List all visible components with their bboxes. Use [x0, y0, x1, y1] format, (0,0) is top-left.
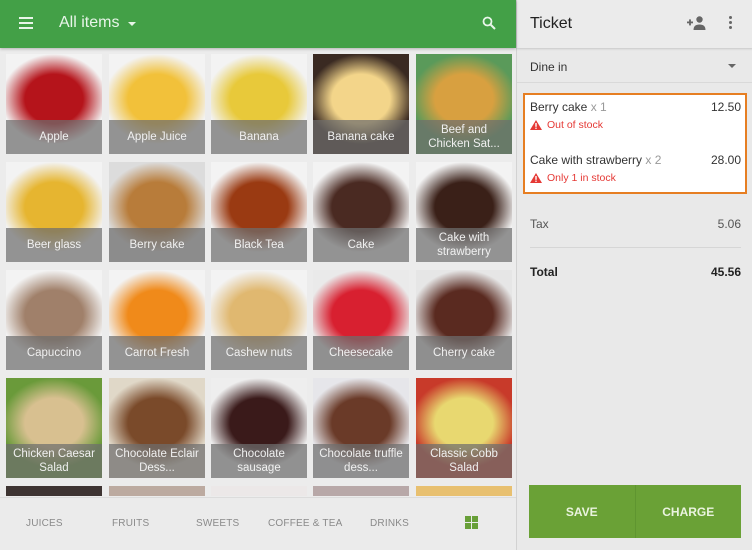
item-name: Beef and Chicken Sat...: [416, 120, 512, 154]
item-name: Cheesecake: [313, 336, 409, 370]
item-grid: Apple Apple Juice Banana Banana cake Beef an…: [6, 54, 512, 497]
charge-button[interactable]: CHARGE: [634, 485, 742, 538]
item-tile[interactable]: Apple: [6, 54, 102, 154]
line-item-qty: x 2: [645, 153, 662, 167]
item-tile[interactable]: Beer glass: [6, 162, 102, 262]
tab-juices[interactable]: JUICES: [26, 518, 63, 529]
item-name: Cake with strawberry: [416, 228, 512, 262]
item-tile[interactable]: Chocolate truffle dess...: [313, 378, 409, 478]
total-row: Total 45.56: [530, 265, 741, 279]
stock-warning: Only 1 in stock: [530, 172, 616, 184]
search-icon[interactable]: [482, 16, 496, 30]
category-title: All items: [59, 14, 120, 31]
ticket-actions: SAVE CHARGE: [529, 485, 741, 538]
item-tile[interactable]: [6, 486, 102, 496]
item-name: Chocolate Eclair Dess...: [109, 444, 205, 478]
item-tile[interactable]: [109, 486, 205, 496]
item-name: Classic Cobb Salad: [416, 444, 512, 478]
item-name: Apple: [6, 120, 102, 154]
order-line[interactable]: Berry cake x 1 12.50 Out of stock: [525, 95, 745, 141]
tax-row: Tax 5.06: [530, 217, 741, 231]
line-item-qty: x 1: [590, 100, 607, 114]
item-tile[interactable]: Apple Juice: [109, 54, 205, 154]
item-tile[interactable]: [313, 486, 409, 496]
save-button[interactable]: SAVE: [529, 485, 635, 538]
grid-view-icon[interactable]: [465, 516, 478, 529]
line-item-price: 12.50: [710, 100, 741, 114]
order-lines: Berry cake x 1 12.50 Out of stock Cake w…: [523, 93, 747, 194]
item-name: Chocolate truffle dess...: [313, 444, 409, 478]
ticket-header: Ticket: [517, 0, 752, 48]
catalog-panel: All items Apple Apple Juice Banana Banana c…: [0, 0, 516, 550]
total-value: 45.56: [710, 265, 741, 279]
ticket-panel: Ticket Dine in Berry cake x 1 12.50 Out …: [516, 0, 752, 550]
total-label: Total: [530, 265, 558, 279]
item-name: Carrot Fresh: [109, 336, 205, 370]
item-name: Banana cake: [313, 120, 409, 154]
item-tile[interactable]: Chicken Caesar Salad: [6, 378, 102, 478]
line-item-name: Berry cake: [530, 100, 588, 114]
line-item-name-wrap: Cake with strawberry x 2: [530, 153, 661, 167]
item-tile[interactable]: Classic Cobb Salad: [416, 378, 512, 478]
order-line[interactable]: Cake with strawberry x 2 28.00 Only 1 in…: [525, 148, 745, 194]
tax-label: Tax: [530, 217, 549, 231]
item-tile[interactable]: Chocolate sausage: [211, 378, 307, 478]
ticket-title: Ticket: [530, 15, 573, 32]
dining-option-value: Dine in: [530, 60, 568, 74]
catalog-toolbar: All items: [0, 0, 516, 48]
item-tile[interactable]: Cherry cake: [416, 270, 512, 370]
item-tile[interactable]: Cake with strawberry: [416, 162, 512, 262]
dining-option-selector[interactable]: Dine in: [517, 49, 752, 83]
stock-warning-text: Only 1 in stock: [547, 172, 616, 184]
add-person-icon[interactable]: [687, 16, 707, 30]
tab-coffee-tea[interactable]: COFFEE & TEA: [268, 518, 342, 529]
stock-warning: Out of stock: [530, 119, 603, 131]
item-name: Cherry cake: [416, 336, 512, 370]
item-name: Black Tea: [211, 228, 307, 262]
item-name: Chicken Caesar Salad: [6, 444, 102, 478]
more-vert-icon[interactable]: [729, 16, 733, 30]
tab-sweets[interactable]: SWEETS: [196, 518, 239, 529]
item-name: Banana: [211, 120, 307, 154]
item-name: Cake: [313, 228, 409, 262]
stock-warning-text: Out of stock: [547, 119, 604, 131]
item-name: Apple Juice: [109, 120, 205, 154]
tab-drinks[interactable]: DRINKS: [370, 518, 409, 529]
divider: [530, 247, 741, 248]
category-tabs: JUICES FRUITS SWEETS COFFEE & TEA DRINKS: [0, 497, 516, 550]
item-tile[interactable]: Banana cake: [313, 54, 409, 154]
item-name: Cashew nuts: [211, 336, 307, 370]
pos-app: All items Apple Apple Juice Banana Banana c…: [0, 0, 752, 550]
line-item-price: 28.00: [710, 153, 741, 167]
caret-down-icon: [128, 22, 137, 26]
item-tile[interactable]: Chocolate Eclair Dess...: [109, 378, 205, 478]
category-selector[interactable]: All items: [59, 14, 137, 32]
line-item-name-wrap: Berry cake x 1: [530, 100, 607, 114]
item-tile[interactable]: Beef and Chicken Sat...: [416, 54, 512, 154]
item-tile[interactable]: [211, 486, 307, 496]
warning-icon: [530, 173, 542, 183]
hamburger-menu-icon[interactable]: [19, 17, 33, 29]
item-tile[interactable]: Black Tea: [211, 162, 307, 262]
caret-down-icon: [728, 64, 736, 68]
item-name: Chocolate sausage: [211, 444, 307, 478]
tax-value: 5.06: [717, 217, 741, 231]
item-name: Berry cake: [109, 228, 205, 262]
item-tile[interactable]: Cheesecake: [313, 270, 409, 370]
item-tile[interactable]: Banana: [211, 54, 307, 154]
item-name: Beer glass: [6, 228, 102, 262]
line-item-name: Cake with strawberry: [530, 153, 643, 167]
tab-fruits[interactable]: FRUITS: [112, 518, 149, 529]
warning-icon: [530, 120, 542, 130]
item-tile[interactable]: [416, 486, 512, 496]
item-tile[interactable]: Berry cake: [109, 162, 205, 262]
item-tile[interactable]: Carrot Fresh: [109, 270, 205, 370]
item-tile[interactable]: Capuccino: [6, 270, 102, 370]
item-name: Capuccino: [6, 336, 102, 370]
item-tile[interactable]: Cake: [313, 162, 409, 262]
item-tile[interactable]: Cashew nuts: [211, 270, 307, 370]
